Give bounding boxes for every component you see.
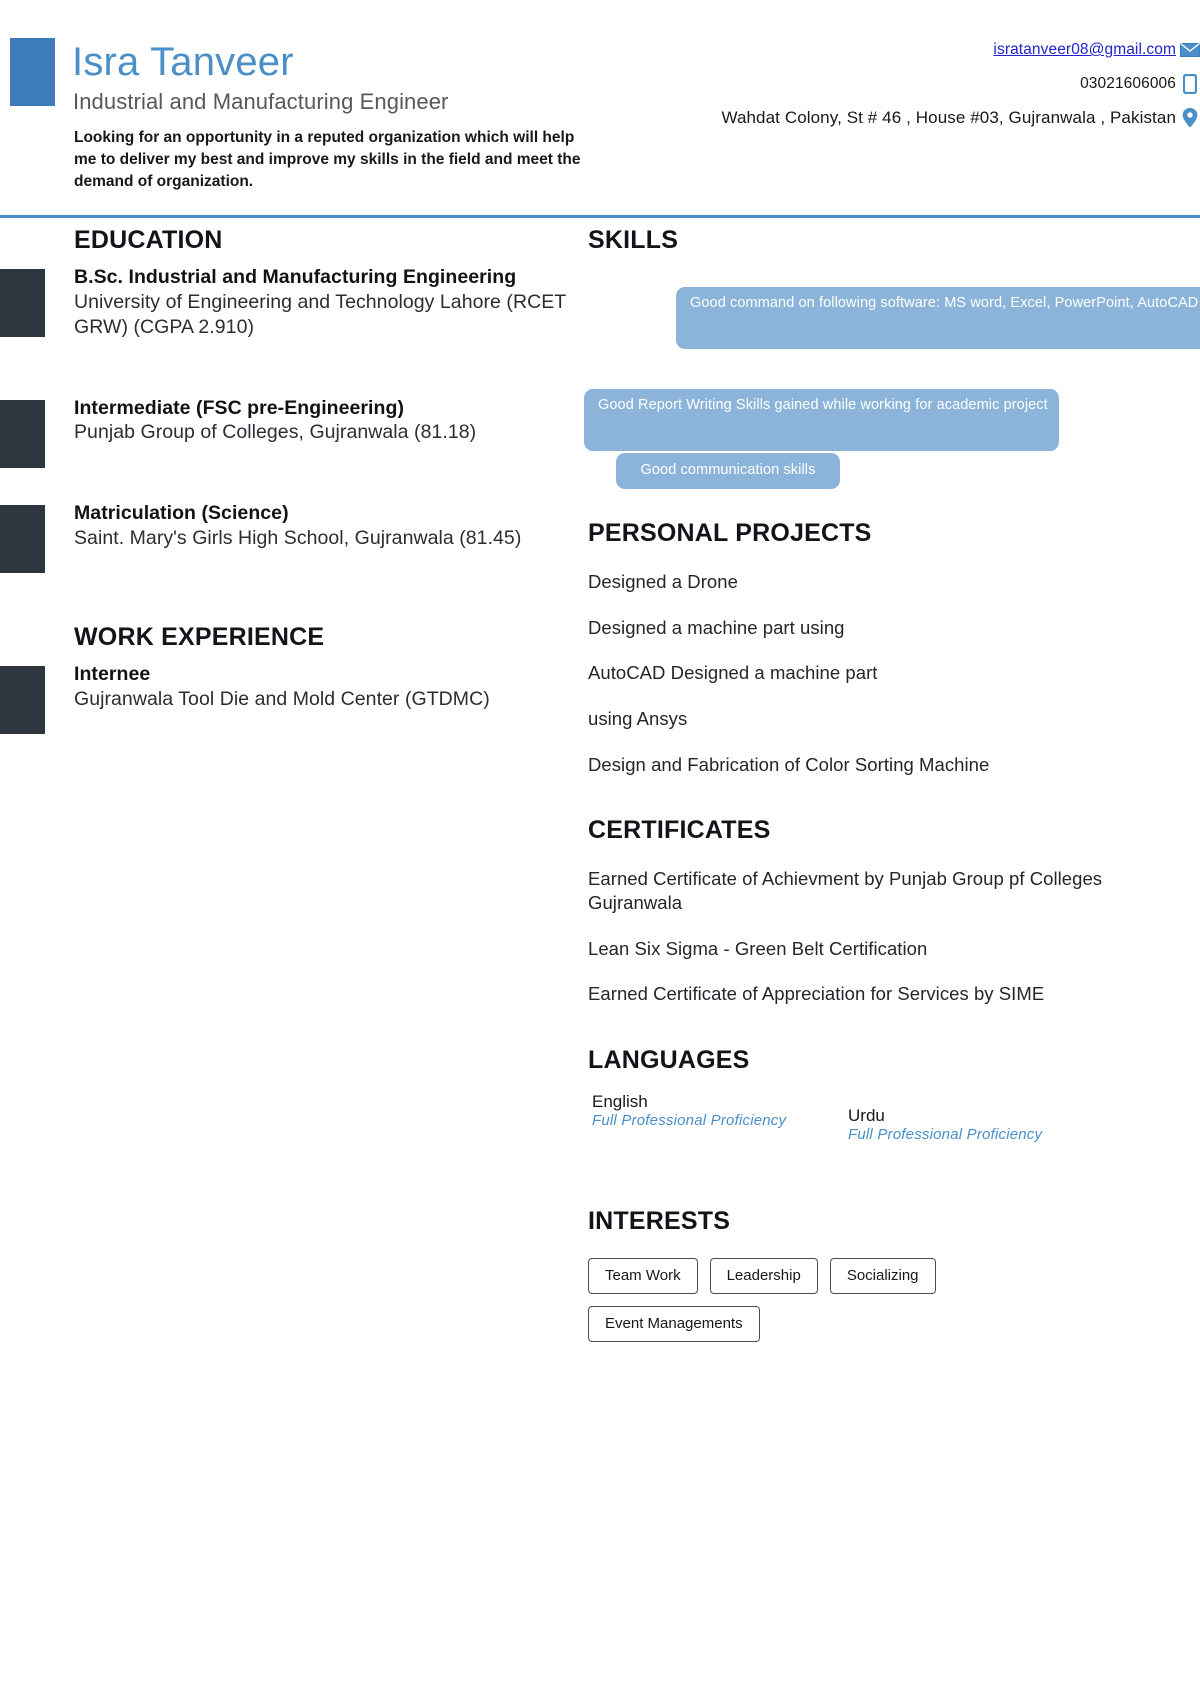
education-institution: Punjab Group of Colleges, Gujranwala (81…: [74, 421, 477, 444]
contact-phone-row[interactable]: 03021606006: [620, 74, 1200, 94]
education-heading: EDUCATION: [74, 226, 223, 254]
personal-project-item: Designed a Drone: [588, 571, 738, 592]
skill-pill: Good communication skills: [616, 453, 840, 489]
language-item: English Full Professional Proficiency: [592, 1091, 786, 1131]
contact-email-text[interactable]: isratanveer08@gmail.com: [993, 41, 1176, 59]
phone-icon: [1180, 74, 1200, 94]
education-entry: Intermediate (FSC pre-Engineering) Punja…: [0, 396, 570, 468]
entry-accent-bar: [0, 399, 45, 468]
interest-chip: Team Work: [588, 1258, 698, 1295]
language-level: Full Professional Proficiency: [848, 1126, 1043, 1144]
education-institution: Saint. Mary's Girls High School, Gujranw…: [74, 527, 522, 550]
education-entry: B.Sc. Industrial and Manufacturing Engin…: [0, 265, 570, 340]
languages-heading: LANGUAGES: [588, 1046, 750, 1075]
language-item: Urdu Full Professional Proficiency: [848, 1105, 1042, 1145]
contact-block: isratanveer08@gmail.com 03021606006 Wahd…: [620, 40, 1200, 142]
skill-pill: Good command on following software: MS w…: [676, 287, 1200, 349]
education-institution: University of Engineering and Technology…: [74, 290, 566, 338]
entry-accent-bar: [0, 269, 45, 337]
candidate-job-title: Industrial and Manufacturing Engineer: [73, 89, 449, 114]
education-degree: B.Sc. Industrial and Manufacturing Engin…: [74, 266, 517, 288]
work-role: Internee: [74, 663, 151, 686]
personal-project-item: Design and Fabrication of Color Sorting …: [588, 753, 990, 775]
skill-pill: Good Report Writing Skills gained while …: [584, 389, 1059, 451]
interests-heading: INTERESTS: [588, 1207, 731, 1236]
entry-accent-bar: [0, 505, 45, 574]
personal-project-item: AutoCAD Designed a machine part: [588, 662, 878, 684]
skills-pill-group: Good command on following software: MS w…: [584, 277, 1200, 489]
skills-heading: SKILLS: [588, 226, 679, 254]
certificate-item: Lean Six Sigma - Green Belt Certificatio…: [588, 937, 928, 959]
header-accent-block: [10, 38, 55, 106]
left-column: EDUCATION B.Sc. Industrial and Manufactu…: [0, 226, 570, 735]
personal-project-item: using Ansys: [588, 708, 688, 730]
contact-address-row[interactable]: Wahdat Colony, St # 46 , House #03, Gujr…: [620, 108, 1200, 128]
contact-address-text[interactable]: Wahdat Colony, St # 46 , House #03, Gujr…: [721, 108, 1176, 128]
contact-phone-text[interactable]: 03021606006: [1080, 75, 1176, 93]
languages-list: English Full Professional Proficiency Ur…: [588, 1091, 1200, 1183]
language-name: Urdu: [848, 1106, 885, 1126]
language-level: Full Professional Proficiency: [592, 1112, 787, 1130]
work-experience-heading: WORK EXPERIENCE: [74, 623, 325, 652]
personal-projects-heading: PERSONAL PROJECTS: [588, 519, 872, 547]
envelope-icon: [1180, 40, 1200, 60]
right-column: SKILLS Good command on following softwar…: [580, 226, 1200, 1343]
work-experience-entry: Internee Gujranwala Tool Die and Mold Ce…: [0, 662, 570, 735]
interest-chip: Leadership: [709, 1258, 818, 1295]
entry-accent-bar: [0, 666, 45, 735]
education-degree: Matriculation (Science): [74, 502, 289, 525]
education-degree: Intermediate (FSC pre-Engineering): [74, 396, 404, 419]
resume-header: Isra Tanveer Industrial and Manufacturin…: [0, 0, 1200, 218]
location-pin-icon: [1180, 108, 1200, 128]
language-name: English: [592, 1092, 648, 1112]
certificates-heading: CERTIFICATES: [588, 816, 771, 845]
header-divider: [0, 215, 1200, 218]
interests-chip-group: Team Work Leadership Socializing Event M…: [588, 1258, 1008, 1343]
certificate-item: Earned Certificate of Appreciation for S…: [588, 983, 1045, 1005]
interest-chip: Event Managements: [588, 1306, 760, 1343]
contact-email-row[interactable]: isratanveer08@gmail.com: [620, 40, 1200, 60]
candidate-name: Isra Tanveer: [72, 40, 294, 84]
certificate-item: Earned Certificate of Achievment by Punj…: [588, 868, 1103, 914]
candidate-summary: Looking for an opportunity in a reputed …: [74, 129, 581, 190]
interest-chip: Socializing: [829, 1258, 936, 1295]
education-entry: Matriculation (Science) Saint. Mary's Gi…: [0, 501, 570, 574]
personal-project-item: Designed a machine part using: [588, 616, 845, 638]
work-company: Gujranwala Tool Die and Mold Center (GTD…: [74, 687, 490, 710]
resume-page: Isra Tanveer Industrial and Manufacturin…: [0, 0, 1200, 1698]
